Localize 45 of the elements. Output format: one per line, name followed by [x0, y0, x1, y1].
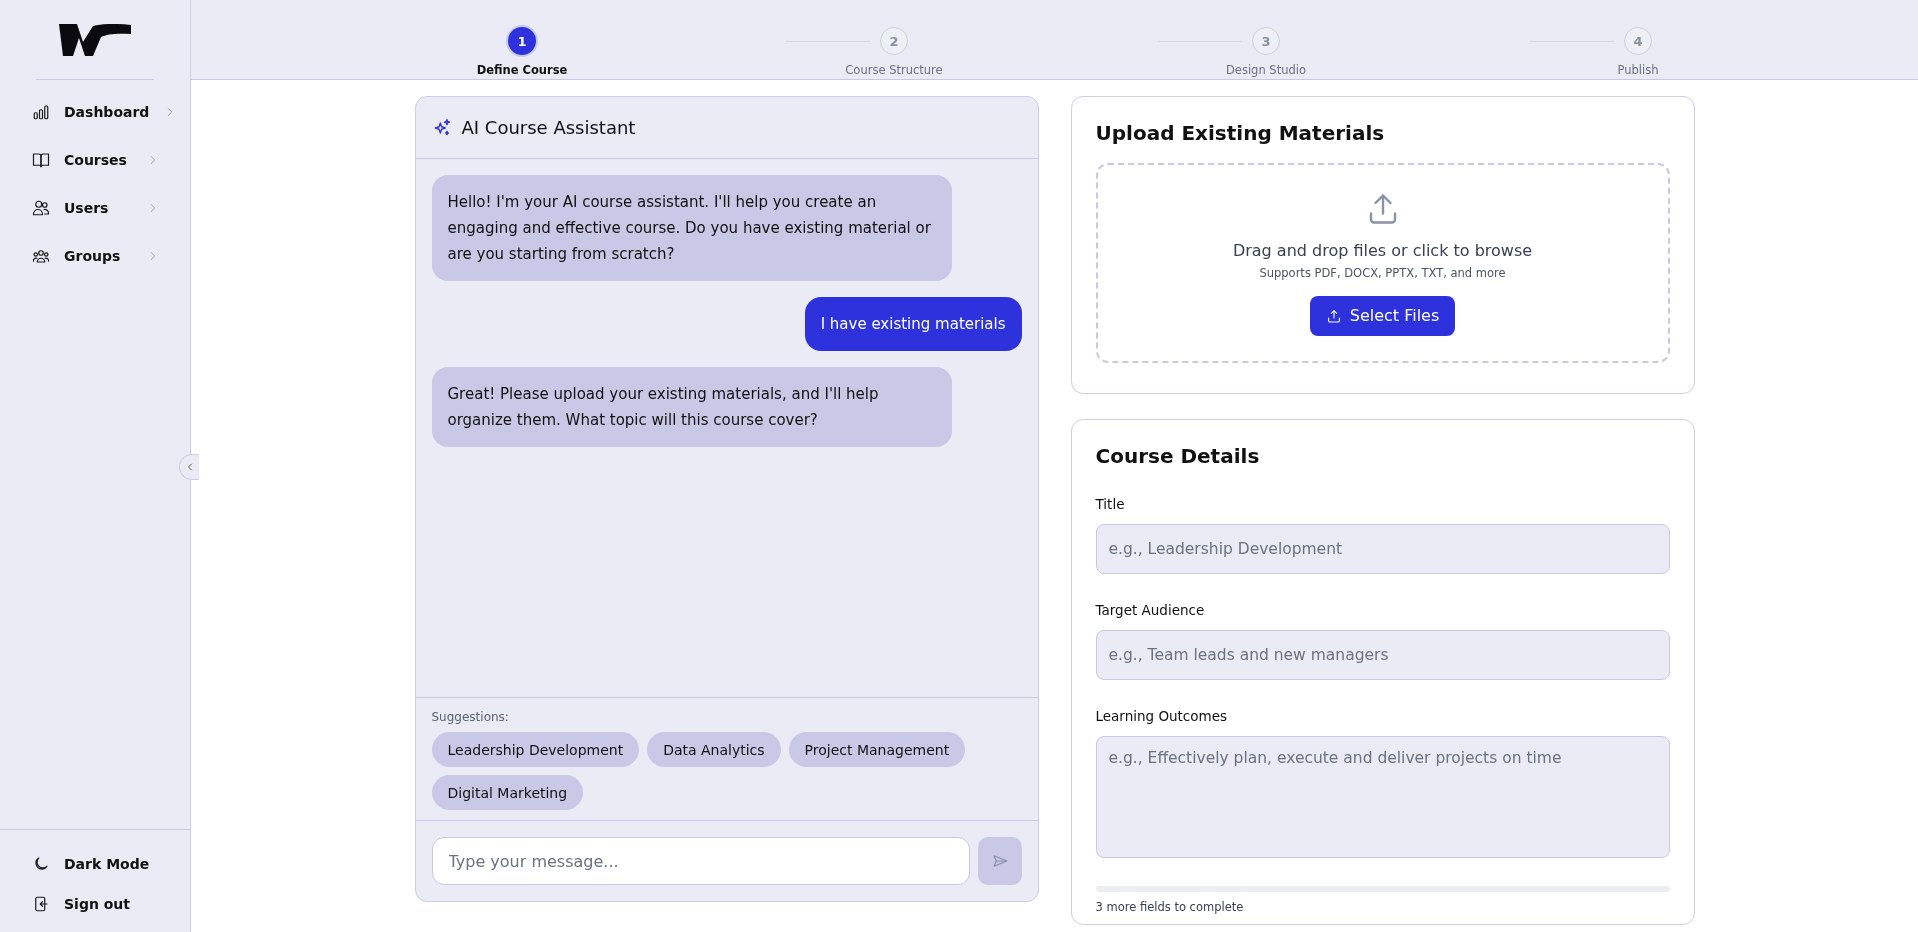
- select-files-button[interactable]: Select Files: [1309, 295, 1456, 336]
- step-label: Course Structure: [845, 63, 943, 77]
- nav-item[interactable]: Groups: [0, 232, 160, 280]
- suggestion-chip[interactable]: Project Management: [788, 732, 966, 767]
- assistant-message: Great! Please upload your existing materials, and I'll help organize them. What topic will this course cover?: [431, 367, 952, 447]
- upload-icon: [1325, 307, 1342, 324]
- chat-title: AI Course Assistant: [461, 117, 636, 138]
- sidebar-footer-item[interactable]: Sign out: [0, 884, 160, 924]
- field-label: Title: [1095, 496, 1126, 512]
- step-number[interactable]: 1: [508, 27, 536, 55]
- text-area[interactable]: e.g., Effectively plan, execute and deliver projects on time: [1095, 736, 1670, 858]
- input-field[interactable]: e.g., Team leads and new managers: [1095, 630, 1670, 680]
- bar-chart-icon: [32, 103, 50, 121]
- suggestion-chip[interactable]: Digital Marketing: [431, 775, 584, 810]
- logo-icon: [59, 23, 131, 56]
- nav-item[interactable]: Users: [0, 184, 160, 232]
- suggestion-chip[interactable]: Leadership Development: [431, 732, 640, 767]
- drop-prompt: Drag and drop files or click to browse: [1232, 240, 1533, 260]
- drop-zone[interactable]: Drag and drop files or click to browse Supports PDF, DOCX, PPTX, TXT, and more Select Files: [1095, 163, 1670, 363]
- group-icon: [32, 247, 50, 265]
- step-label: Design Studio: [1226, 63, 1306, 77]
- suggestion-chip[interactable]: Data Analytics: [647, 732, 781, 767]
- progress-text: 3 more fields to complete: [1095, 900, 1245, 914]
- nav-item[interactable]: Dashboard: [0, 88, 160, 136]
- nav-item[interactable]: Courses: [0, 136, 160, 184]
- field-label: Learning Outcomes: [1095, 708, 1229, 724]
- sidebar-footer-item[interactable]: Dark Mode: [0, 844, 160, 884]
- user-message: I have existing materials: [804, 297, 1022, 351]
- step-label: Publish: [1617, 63, 1659, 77]
- send-icon: [990, 852, 1009, 870]
- input-field[interactable]: e.g., Leadership Development: [1095, 524, 1670, 574]
- sign-out-icon: [32, 895, 50, 913]
- suggestions-label: Suggestions:: [431, 710, 510, 724]
- assistant-message: Hello! I'm your AI course assistant. I'll help you create an engaging and effective course. Do you have existing material or are you starting from scratch?: [431, 175, 952, 281]
- collapse-sidebar-button[interactable]: [179, 454, 199, 480]
- upload-title: Upload Existing Materials: [1095, 121, 1386, 145]
- message-input[interactable]: Type your message...: [431, 837, 970, 885]
- send-button[interactable]: [977, 837, 1022, 885]
- step-label: Define Course: [476, 63, 568, 77]
- users-icon: [32, 199, 50, 217]
- moon-icon: [32, 855, 50, 873]
- book-icon: [32, 151, 50, 169]
- file-types-hint: Supports PDF, DOCX, PPTX, TXT, and more: [1259, 265, 1506, 280]
- details-title: Course Details: [1095, 444, 1261, 468]
- field-label: Target Audience: [1095, 602, 1206, 618]
